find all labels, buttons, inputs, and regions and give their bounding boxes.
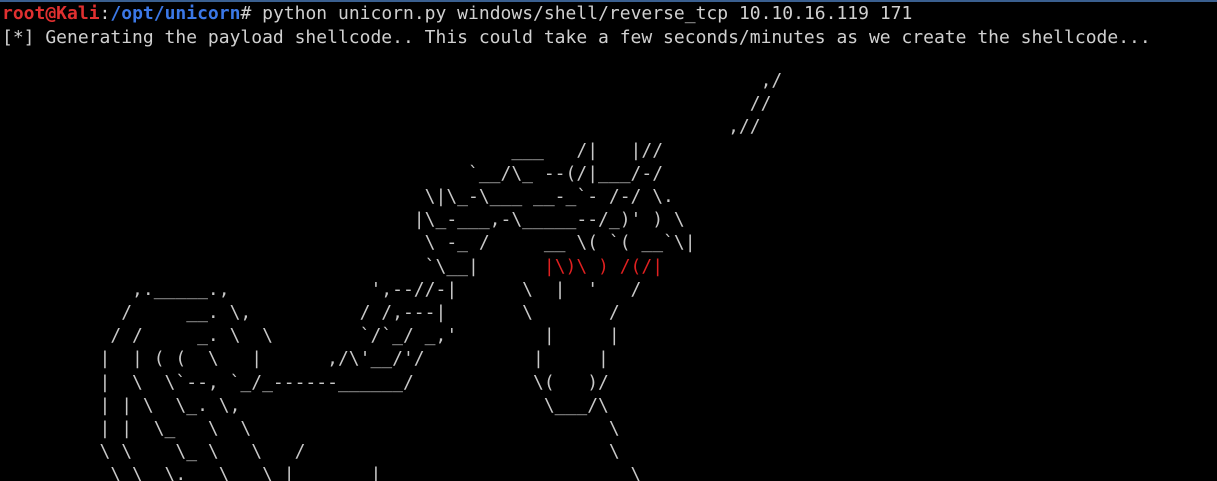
ascii-line: `__/\_ --(/|___/-/ xyxy=(2,162,664,184)
ascii-red-eye: |\)\ ) /(/| xyxy=(543,255,664,277)
status-output-line: [*] Generating the payload shellcode.. T… xyxy=(2,27,1151,48)
ascii-line: \ \ \._ \__ \_| | \ xyxy=(2,464,642,481)
command-text: python unicorn.py windows/shell/reverse_… xyxy=(251,3,913,24)
ascii-line: ___ /| |// xyxy=(2,139,664,161)
ascii-line: |\_-___,-\_____--/_)' ) \ xyxy=(2,209,685,231)
ascii-line: `\__| xyxy=(2,255,544,277)
ascii-line: / __. \, / /,---| \ / xyxy=(2,302,620,324)
unicorn-ascii-art: ,/ // ,// ___ /| |// `__/\_ --(/|___/-/ … xyxy=(2,69,783,481)
ascii-line: / / _. \ \ `/`_/ _,' | | xyxy=(2,325,620,347)
ascii-line: | | \_ \ \ \ xyxy=(2,418,620,440)
ascii-line: | | ( ( \ | ,/\'__/'/ | | xyxy=(2,348,609,370)
ascii-line: | | \ \_. \, \___/\ xyxy=(2,394,609,416)
prompt-user-host: root@Kali xyxy=(2,3,100,24)
ascii-line: // xyxy=(2,93,772,115)
terminal-window[interactable]: root@Kali:/opt/unicorn# python unicorn.p… xyxy=(0,0,1217,481)
ascii-line: ,/ xyxy=(2,70,783,91)
ascii-line: \ \ \_ \ \ / \ xyxy=(2,441,620,463)
ascii-line: ,// xyxy=(2,116,761,138)
ascii-line: ,._____., ',--//-| \ | ' / xyxy=(2,278,642,300)
ascii-line: \ -_ / __ \( `( __`\| xyxy=(2,232,696,254)
ascii-line: | \ \`--, `_/_------______/ \( )/ xyxy=(2,371,609,393)
prompt-path: /opt/unicorn xyxy=(110,3,241,24)
ascii-line: \|\_-\___ __-_`- /-/ \. xyxy=(2,186,674,208)
prompt-separator: : xyxy=(99,3,111,24)
prompt-symbol: # xyxy=(240,3,252,24)
command-line: root@Kali:/opt/unicorn# python unicorn.p… xyxy=(2,2,912,25)
